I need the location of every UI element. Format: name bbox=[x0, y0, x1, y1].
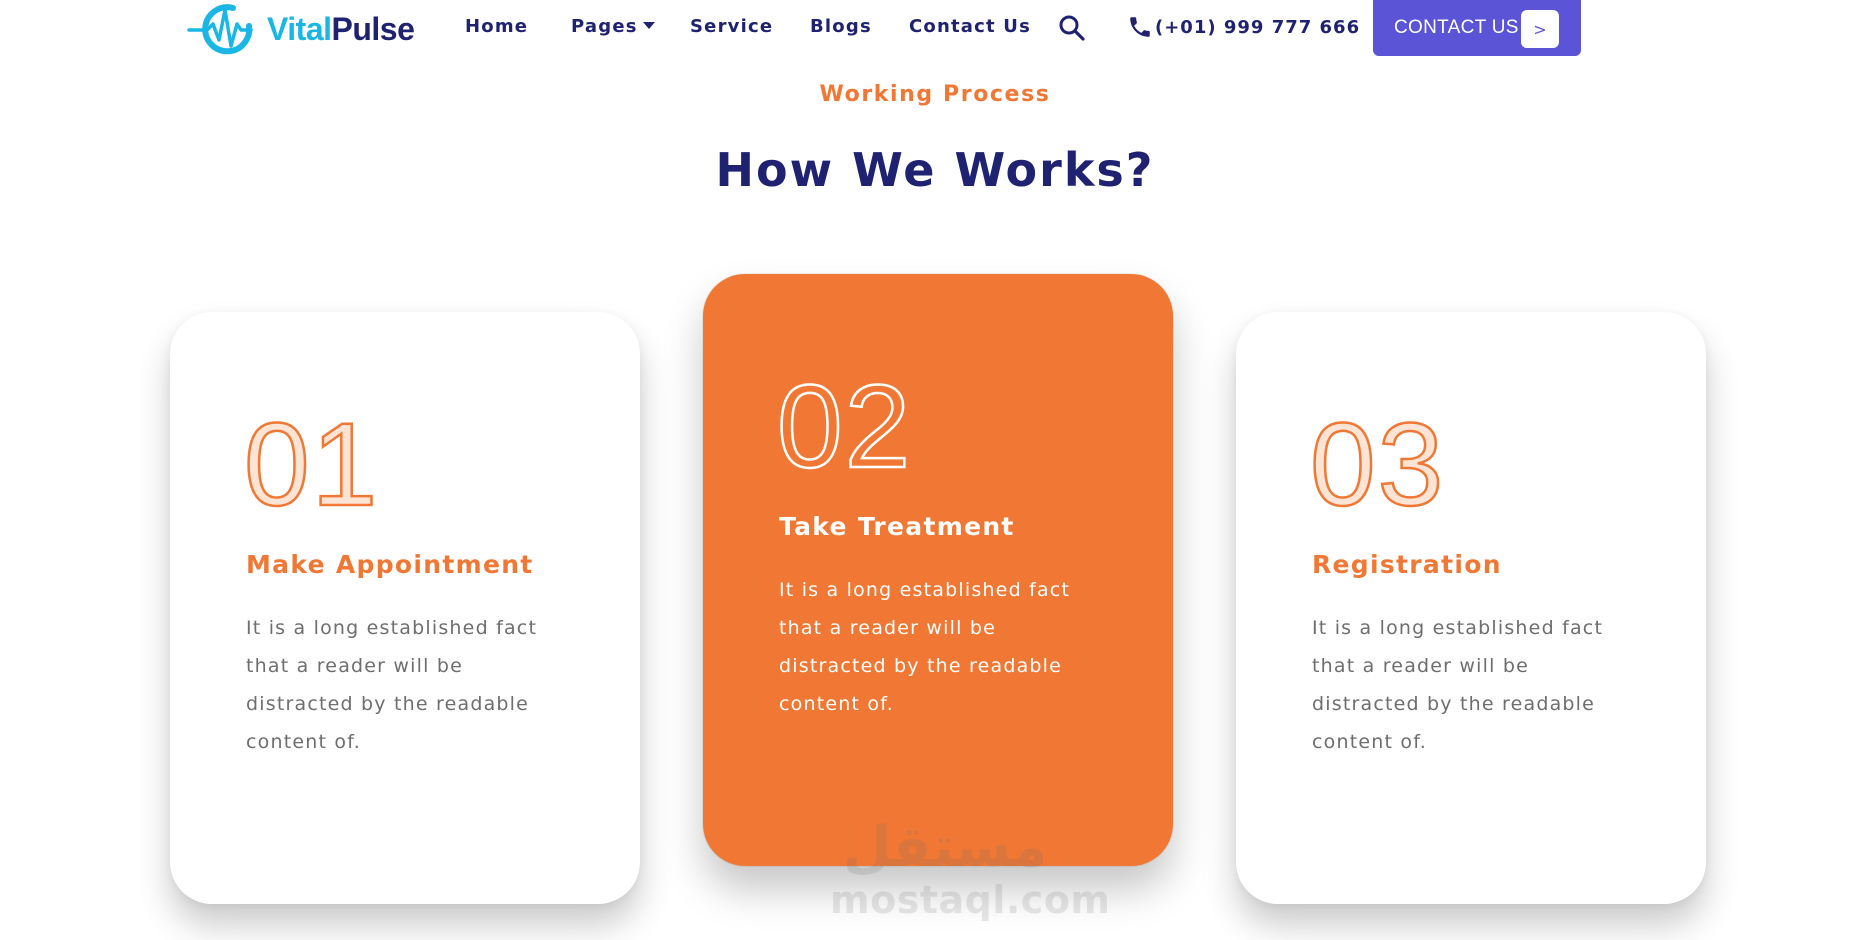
step-number: 02 bbox=[776, 361, 913, 493]
nav-link-home[interactable]: Home bbox=[465, 16, 528, 37]
nav-link-contact-us[interactable]: Contact Us bbox=[909, 16, 1031, 37]
step-number: 03 bbox=[1309, 399, 1446, 531]
heartbeat-circle-icon bbox=[187, 4, 253, 55]
search-button[interactable] bbox=[1058, 14, 1086, 42]
brand-name-pulse: Pulse bbox=[331, 10, 415, 47]
arrow-right-icon: > bbox=[1521, 10, 1559, 48]
process-card-3[interactable]: 03 Registration It is a long established… bbox=[1236, 312, 1706, 904]
process-card-1[interactable]: 01 Make Appointment It is a long establi… bbox=[170, 312, 640, 904]
watermark-latin: mostaql.com bbox=[830, 878, 1111, 922]
phone-number: (+01) 999 777 666 bbox=[1155, 16, 1361, 38]
section-title: How We Works? bbox=[715, 143, 1155, 197]
step-description: It is a long established fact that a rea… bbox=[246, 617, 538, 753]
nav-link-pages-label: Pages bbox=[571, 16, 638, 37]
brand-name: VitalPulse bbox=[267, 10, 415, 48]
nav-link-pages[interactable]: Pages bbox=[571, 16, 655, 37]
contact-us-button-label: CONTACT US bbox=[1394, 17, 1519, 38]
brand-logo[interactable]: VitalPulse bbox=[187, 0, 415, 58]
nav-link-service[interactable]: Service bbox=[690, 16, 773, 37]
process-card-2[interactable]: 02 Take Treatment It is a long establish… bbox=[703, 274, 1173, 866]
step-title: Registration bbox=[1312, 550, 1502, 579]
brand-name-vital: Vital bbox=[267, 10, 332, 47]
step-number: 01 bbox=[243, 399, 380, 531]
nav-link-blogs[interactable]: Blogs bbox=[810, 16, 872, 37]
phone-contact[interactable]: (+01) 999 777 666 bbox=[1127, 14, 1360, 40]
contact-us-button[interactable]: CONTACT US > bbox=[1373, 0, 1581, 56]
section-eyebrow: Working Process bbox=[819, 82, 1051, 107]
step-title: Make Appointment bbox=[246, 550, 534, 579]
navbar: VitalPulse Home Pages Service Blogs Cont… bbox=[0, 0, 1870, 66]
search-icon bbox=[1059, 15, 1085, 41]
step-title: Take Treatment bbox=[779, 512, 1015, 541]
step-description: It is a long established fact that a rea… bbox=[1312, 617, 1604, 753]
caret-down-icon bbox=[642, 22, 655, 29]
step-description: It is a long established fact that a rea… bbox=[779, 579, 1071, 715]
phone-icon bbox=[1130, 17, 1150, 37]
